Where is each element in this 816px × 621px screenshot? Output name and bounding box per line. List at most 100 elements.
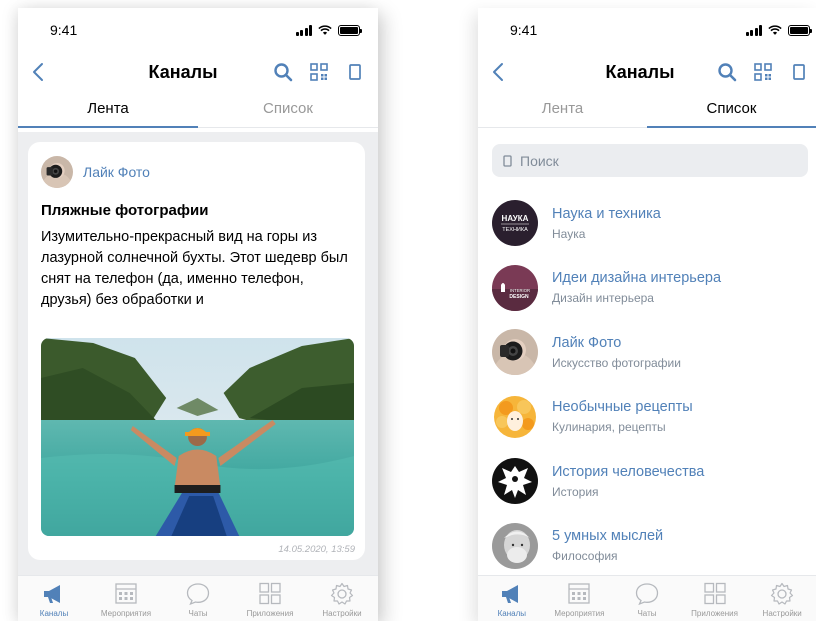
bottom-nav-label: Каналы xyxy=(39,609,69,618)
chat-bubble-icon xyxy=(185,582,211,606)
tab-list[interactable]: Список xyxy=(647,92,816,128)
avatar-text: ТЕХНИКА xyxy=(502,227,528,233)
channel-avatar-history xyxy=(492,458,538,505)
search-field-icon xyxy=(503,154,512,167)
status-bar: 9:41 xyxy=(478,8,816,52)
bottom-nav-events[interactable]: Мероприятия xyxy=(90,576,162,621)
list-item-text: Необычные рецепты Кулинария, рецепты xyxy=(552,399,693,434)
post-image[interactable] xyxy=(41,338,354,536)
channel-avatar-interior: INTERIOR DESIGN xyxy=(492,264,538,311)
bottom-nav-apps[interactable]: Приложения xyxy=(234,576,306,621)
card-icon[interactable] xyxy=(788,61,810,83)
qr-code-icon[interactable] xyxy=(308,61,330,83)
calendar-grid-icon xyxy=(113,582,139,606)
post-text: Изумительно-прекрасный вид на горы из ла… xyxy=(41,229,348,308)
post-title: Пляжные фотографии xyxy=(41,202,209,219)
author-name[interactable]: Лайк Фото xyxy=(83,164,150,180)
channel-avatar-recipes xyxy=(492,393,538,440)
list-item[interactable]: НАУКА ТЕХНИКА Наука и техника Наука xyxy=(478,191,816,256)
bottom-nav-label: Мероприятия xyxy=(100,609,152,618)
bottom-nav-label: Настройки xyxy=(322,609,362,618)
bottom-nav-channels[interactable]: Каналы xyxy=(18,576,90,621)
bottom-nav-label: Приложения xyxy=(691,609,738,618)
avatar-text: НАУКА xyxy=(502,214,529,223)
bottom-nav-chats[interactable]: Чаты xyxy=(162,576,234,621)
bottom-nav-label: Приложения xyxy=(246,609,294,618)
bottom-nav-label: Чаты xyxy=(188,609,208,618)
search-placeholder: Поиск xyxy=(520,152,559,169)
card-icon[interactable] xyxy=(344,61,366,83)
battery-icon xyxy=(788,24,812,36)
list-item[interactable]: INTERIOR DESIGN Идеи дизайна интерьера Д… xyxy=(478,256,816,321)
gear-icon xyxy=(769,582,795,606)
list-item[interactable]: История человечества История xyxy=(478,449,816,514)
bottom-nav: Каналы Мероприятия Чаты Приложения Настр… xyxy=(478,575,816,621)
megaphone-icon xyxy=(499,582,525,606)
apps-grid-icon xyxy=(702,582,728,606)
list-item-text: 5 умных мыслей Философия xyxy=(552,528,663,563)
channel-avatar-photo xyxy=(492,329,538,375)
qr-code-icon[interactable] xyxy=(752,61,774,83)
channel-category: Искусство фотографии xyxy=(552,355,681,370)
phone-feed-screen: 9:41 Каналы Лента Список Лайк Фото Пляжн… xyxy=(18,8,378,621)
avatar-text: DESIGN xyxy=(509,294,529,300)
tab-feed[interactable]: Лента xyxy=(18,92,198,128)
list-item[interactable]: Лайк Фото Искусство фотографии xyxy=(478,320,816,385)
list-item-text: Лайк Фото Искусство фотографии xyxy=(552,335,681,370)
list-item[interactable]: 5 умных мыслей Философия xyxy=(478,514,816,579)
search-icon[interactable] xyxy=(716,61,738,83)
channel-name: История человечества xyxy=(552,463,705,480)
wifi-icon xyxy=(318,25,332,36)
gear-icon xyxy=(329,582,355,606)
channel-name: Необычные рецепты xyxy=(552,399,693,416)
bottom-nav-events[interactable]: Мероприятия xyxy=(546,576,614,621)
tab-bar: Лента Список xyxy=(478,92,816,128)
list-item-text: Идеи дизайна интерьера Дизайн интерьера xyxy=(552,270,721,305)
status-bar: 9:41 xyxy=(18,8,378,52)
calendar-grid-icon xyxy=(566,582,592,606)
status-time: 9:41 xyxy=(50,22,78,38)
search-input[interactable]: Поиск xyxy=(492,144,808,177)
bottom-nav: Каналы Мероприятия Чаты Приложения Настр… xyxy=(18,575,378,621)
list-item-text: Наука и техника Наука xyxy=(552,206,661,241)
post-card[interactable]: Лайк Фото Пляжные фотографии Изумительно… xyxy=(28,142,365,560)
bottom-nav-apps[interactable]: Приложения xyxy=(681,576,749,621)
tab-feed[interactable]: Лента xyxy=(478,92,647,127)
channel-name: Идеи дизайна интерьера xyxy=(552,270,722,287)
wifi-icon xyxy=(768,25,782,36)
channel-avatar-thoughts xyxy=(492,522,538,569)
bottom-nav-channels[interactable]: Каналы xyxy=(478,576,546,621)
signal-icon xyxy=(295,24,312,36)
status-icons xyxy=(295,24,362,36)
status-time: 9:41 xyxy=(510,22,538,38)
chat-bubble-icon xyxy=(634,582,660,606)
bottom-nav-settings[interactable]: Настройки xyxy=(748,576,816,621)
back-chevron-icon[interactable] xyxy=(488,60,510,84)
bottom-nav-label: Каналы xyxy=(497,609,526,618)
beach-photo-image xyxy=(41,338,354,536)
channel-name: 5 умных мыслей xyxy=(552,528,664,545)
author-avatar[interactable] xyxy=(41,156,73,188)
nav-actions xyxy=(716,61,810,83)
bottom-nav-settings[interactable]: Настройки xyxy=(306,576,378,621)
back-chevron-icon[interactable] xyxy=(28,60,50,84)
list-item[interactable]: Необычные рецепты Кулинария, рецепты xyxy=(478,385,816,450)
channel-list: НАУКА ТЕХНИКА Наука и техника Наука INTE… xyxy=(478,191,816,578)
navbar: Каналы xyxy=(478,52,816,92)
bottom-nav-label: Чаты xyxy=(637,609,657,618)
bottom-nav-chats[interactable]: Чаты xyxy=(613,576,681,621)
channel-category: Дизайн интерьера xyxy=(552,291,654,306)
channel-name: Наука и техника xyxy=(552,205,661,222)
signal-icon xyxy=(745,24,762,36)
apps-grid-icon xyxy=(257,582,283,606)
phone-list-screen: 9:41 Каналы Лента Список Поиск НАУКА ТЕХ… xyxy=(478,8,816,621)
list-item-text: История человечества История xyxy=(552,464,704,499)
tab-list[interactable]: Список xyxy=(198,92,378,127)
megaphone-icon xyxy=(41,582,67,606)
status-icons xyxy=(745,24,812,36)
channel-name: Лайк Фото xyxy=(552,334,622,351)
navbar: Каналы xyxy=(18,52,378,92)
bottom-nav-label: Мероприятия xyxy=(554,609,605,618)
search-icon[interactable] xyxy=(272,61,294,83)
battery-icon xyxy=(338,24,362,36)
